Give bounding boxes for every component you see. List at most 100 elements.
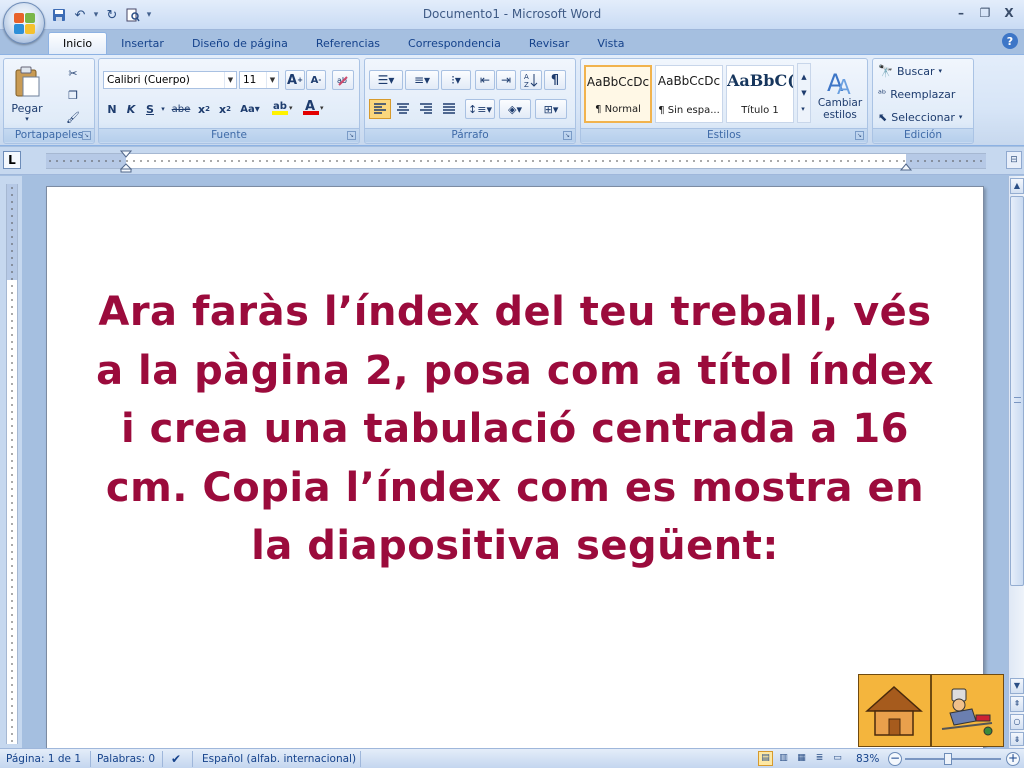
numbering-icon[interactable]: ≡▾ — [405, 70, 439, 90]
tab-referencias[interactable]: Referencias — [302, 32, 394, 54]
clipboard-group-label: Portapapeles — [4, 128, 94, 142]
status-separator — [162, 751, 163, 767]
tab-correspondencia[interactable]: Correspondencia — [394, 32, 515, 54]
font-size-dropdown-icon[interactable]: ▼ — [266, 72, 278, 88]
superscript-icon[interactable]: x2 — [215, 99, 235, 119]
style-titulo-1-name: Título 1 — [741, 105, 779, 116]
zoom-level[interactable]: 83% — [856, 752, 879, 766]
bold-icon[interactable]: N — [103, 99, 121, 119]
tab-vista[interactable]: Vista — [583, 32, 638, 54]
font-name-combo[interactable]: Calibri (Cuerpo) ▼ — [103, 71, 237, 89]
zoom-slider-thumb[interactable] — [944, 753, 952, 765]
shading-icon[interactable]: ◈▾ — [499, 99, 531, 119]
scroll-thumb[interactable] — [1010, 196, 1024, 586]
style-titulo-1[interactable]: AaBbC( Título 1 — [726, 65, 794, 123]
select-browse-object-icon[interactable]: ○ — [1010, 714, 1024, 730]
align-center-icon[interactable] — [392, 99, 414, 119]
tab-selector-button[interactable]: L — [3, 151, 21, 169]
home-button[interactable] — [858, 674, 931, 747]
paragraph-launcher-icon[interactable]: ↘ — [563, 131, 572, 140]
scroll-up-icon[interactable]: ▲ — [1010, 178, 1024, 194]
zoom-in-icon[interactable]: + — [1006, 752, 1020, 766]
document-page[interactable]: Ara faràs l’índex del teu treball, vés a… — [46, 186, 984, 748]
sort-icon[interactable]: AZ — [520, 70, 542, 90]
font-size-value: 11 — [243, 74, 257, 86]
underline-dropdown-icon[interactable]: ▾ — [159, 99, 167, 119]
grow-font-icon[interactable]: A + — [285, 70, 305, 90]
draft-view-icon[interactable]: ▭ — [830, 751, 845, 766]
format-painter-icon[interactable]: 🖌 — [62, 107, 84, 127]
language-indicator[interactable]: Español (alfab. internacional) — [202, 752, 356, 766]
clipart-tool-button[interactable] — [931, 674, 1004, 747]
document-text[interactable]: Ara faràs l’índex del teu treball, vés a… — [87, 283, 943, 576]
clipboard-launcher-icon[interactable]: ↘ — [82, 131, 91, 140]
change-styles-button[interactable]: AA Cambiar estilos — [815, 61, 865, 127]
print-layout-view-icon[interactable]: ▤ — [758, 751, 773, 766]
styles-gallery-scroll[interactable]: ▲ ▼ ▾ — [797, 63, 811, 123]
tab-insertar[interactable]: Insertar — [107, 32, 178, 54]
font-name-dropdown-icon[interactable]: ▼ — [224, 72, 236, 88]
restore-button[interactable]: ❐ — [974, 3, 996, 23]
font-launcher-icon[interactable]: ↘ — [347, 131, 356, 140]
font-size-combo[interactable]: 11 ▼ — [239, 71, 279, 89]
underline-icon[interactable]: S — [141, 99, 159, 119]
help-icon[interactable]: ? — [1002, 33, 1018, 49]
hanging-indent-marker[interactable] — [120, 163, 132, 173]
first-line-indent-marker[interactable] — [120, 150, 132, 158]
vertical-ruler[interactable] — [0, 176, 22, 748]
find-button[interactable]: 🔭 Buscar ▾ — [877, 61, 969, 81]
cut-icon[interactable]: ✂ — [62, 63, 84, 83]
svg-text:A: A — [837, 75, 851, 97]
clear-formatting-icon[interactable]: ab — [332, 70, 354, 90]
vertical-scrollbar[interactable]: ▲ ▼ ⇞ ○ ⇟ — [1008, 176, 1024, 748]
horizontal-ruler[interactable] — [46, 150, 986, 173]
minimize-button[interactable]: – — [950, 3, 972, 23]
zoom-out-icon[interactable]: − — [888, 752, 902, 766]
copy-icon[interactable]: ❐ — [62, 85, 84, 105]
style-normal[interactable]: AaBbCcDc ¶ Normal — [584, 65, 652, 123]
subscript-icon[interactable]: x2 — [194, 99, 214, 119]
full-screen-reading-view-icon[interactable]: ▥ — [776, 751, 791, 766]
replace-button[interactable]: ᵃᵇ Reemplazar — [877, 84, 969, 104]
office-button[interactable] — [3, 2, 45, 44]
word-count[interactable]: Palabras: 0 — [97, 752, 155, 766]
document-area: Ara faràs l’índex del teu treball, vés a… — [22, 176, 1008, 748]
group-styles: AaBbCcDc ¶ Normal AaBbCcDc ¶ Sin espa...… — [580, 58, 868, 144]
justify-icon[interactable] — [438, 99, 460, 119]
right-indent-marker[interactable] — [900, 163, 912, 171]
tab-inicio[interactable]: Inicio — [48, 32, 108, 54]
tab-revisar[interactable]: Revisar — [515, 32, 583, 54]
select-button[interactable]: ⬉ Seleccionar ▾ — [877, 107, 973, 127]
status-separator — [360, 751, 361, 767]
borders-icon[interactable]: ⊞▾ — [535, 99, 567, 119]
styles-launcher-icon[interactable]: ↘ — [855, 131, 864, 140]
paste-button[interactable]: Pegar ▾ — [8, 61, 46, 127]
window-title: Documento1 - Microsoft Word — [422, 7, 602, 21]
tab-diseno-pagina[interactable]: Diseño de página — [178, 32, 302, 54]
outline-view-icon[interactable]: ≣ — [812, 751, 827, 766]
proofing-check-icon[interactable]: ✔ — [171, 752, 181, 766]
show-formatting-icon[interactable]: ¶ — [544, 70, 566, 90]
style-sin-espaciado[interactable]: AaBbCcDc ¶ Sin espa... — [655, 65, 723, 123]
line-spacing-icon[interactable]: ↕≡▾ — [465, 99, 495, 119]
view-ruler-button[interactable]: ⊟ — [1006, 151, 1022, 169]
page-count[interactable]: Página: 1 de 1 — [6, 752, 81, 766]
bullets-icon[interactable]: ☰▾ — [369, 70, 403, 90]
close-button[interactable]: X — [998, 3, 1020, 23]
next-page-icon[interactable]: ⇟ — [1010, 732, 1024, 746]
scroll-down-icon[interactable]: ▼ — [1010, 678, 1024, 694]
align-right-icon[interactable] — [415, 99, 437, 119]
font-color-icon[interactable]: A ▾ — [301, 97, 329, 117]
increase-indent-icon[interactable]: ⇥ — [496, 70, 516, 90]
zoom-slider-track[interactable] — [905, 758, 1001, 760]
decrease-indent-icon[interactable]: ⇤ — [475, 70, 495, 90]
italic-icon[interactable]: K — [122, 99, 140, 119]
strikethrough-icon[interactable]: abe — [169, 99, 193, 119]
align-left-icon[interactable] — [369, 99, 391, 119]
web-layout-view-icon[interactable]: ▦ — [794, 751, 809, 766]
previous-page-icon[interactable]: ⇞ — [1010, 696, 1024, 712]
change-case-icon[interactable]: Aa▾ — [237, 99, 263, 119]
highlight-icon[interactable]: ab ▾ — [269, 97, 299, 117]
multilevel-list-icon[interactable]: ⁝▾ — [441, 70, 471, 90]
shrink-font-icon[interactable]: A- — [306, 70, 326, 90]
